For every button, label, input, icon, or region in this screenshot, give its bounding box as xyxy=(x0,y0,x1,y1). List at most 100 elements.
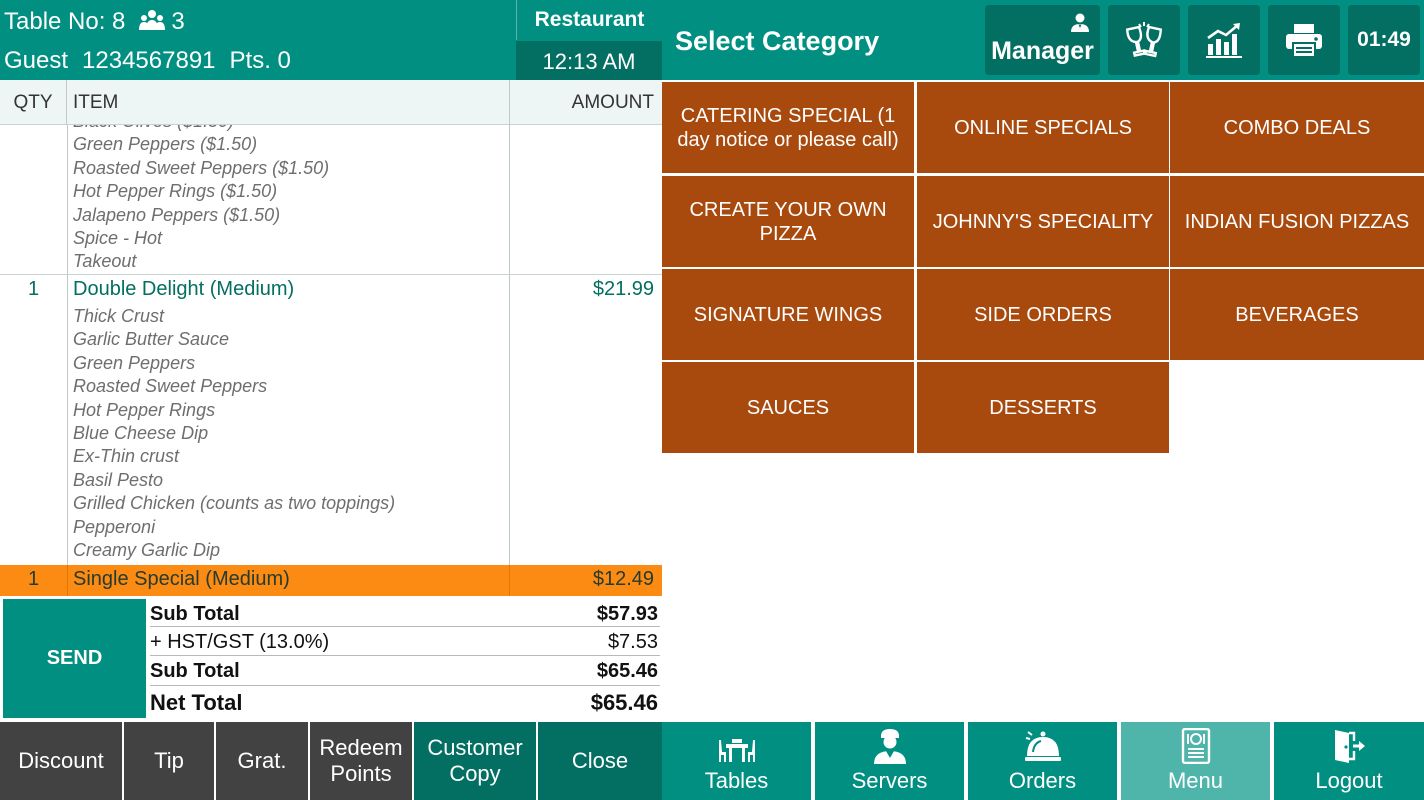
modifier: Creamy Garlic Dip xyxy=(73,539,221,560)
close-button[interactable]: Close xyxy=(538,722,662,800)
modifier: Hot Pepper Rings xyxy=(73,399,216,420)
discount-button[interactable]: Discount xyxy=(0,722,124,800)
menu-book-icon xyxy=(1181,728,1210,764)
guests-icon xyxy=(139,10,166,30)
manager-label: Manager xyxy=(991,36,1094,65)
reports-button[interactable] xyxy=(1188,5,1260,75)
session-timer[interactable]: 01:49 xyxy=(1348,5,1420,75)
category-combo-deals[interactable]: COMBO DEALS xyxy=(1170,82,1424,173)
subtotal-value: $57.93 xyxy=(596,603,658,625)
tax-label: + HST/GST (13.0%) xyxy=(150,631,330,653)
stats-chart-icon xyxy=(1206,23,1242,58)
service-mode: Restaurant xyxy=(516,0,662,40)
subtotal-with-tax-row: Sub Total $65.46 xyxy=(150,656,660,686)
send-button[interactable]: SEND xyxy=(3,599,146,718)
modifier: Ex-Thin crust xyxy=(73,446,180,467)
subtotal-label: Sub Total xyxy=(150,603,240,625)
orders-bell-icon xyxy=(1024,731,1061,761)
order-totals: SEND Sub Total $57.93 + HST/GST (13.0%) … xyxy=(0,597,662,721)
item-modifiers: Thick Crust Garlic Butter Sauce Green Pe… xyxy=(73,305,395,562)
nav-logout[interactable]: Logout xyxy=(1274,722,1424,800)
modifier: Black Olives ($1.50) xyxy=(73,125,329,133)
nav-servers[interactable]: Servers xyxy=(815,722,966,800)
column-amount: AMOUNT xyxy=(571,92,654,113)
category-online-specials[interactable]: ONLINE SPECIALS xyxy=(917,82,1169,173)
modifier: Thick Crust xyxy=(73,306,165,326)
tax-row: + HST/GST (13.0%) $7.53 xyxy=(150,627,660,656)
print-button[interactable] xyxy=(1268,5,1340,75)
category-side-orders[interactable]: SIDE ORDERS xyxy=(917,269,1169,360)
modifier: Roasted Sweet Peppers ($1.50) xyxy=(73,157,330,178)
order-items-list[interactable]: Black Olives ($1.50) Green Peppers ($1.5… xyxy=(0,125,662,597)
guest-info: Guest 1234567891 Pts. 0 xyxy=(4,47,291,75)
column-divider xyxy=(67,125,68,565)
order-panel: Table No: 8 3 Guest 1234567891 Pts. 0 Rest… xyxy=(0,0,662,800)
modifier: Green Peppers ($1.50) xyxy=(73,134,258,155)
category-header: Select Category Manager 01:49 xyxy=(662,0,1424,80)
modifier: Takeout xyxy=(73,251,137,272)
redeem-points-button[interactable]: Redeem Points xyxy=(310,722,414,800)
nav-menu-label: Menu xyxy=(1167,768,1224,793)
nav-orders-label: Orders xyxy=(1008,768,1077,793)
tip-button[interactable]: Tip xyxy=(124,722,216,800)
net-total-row: Net Total $65.46 xyxy=(150,686,660,718)
manager-icon xyxy=(1071,13,1089,32)
nav-servers-label: Servers xyxy=(851,768,928,793)
bottom-nav: Tables Servers Orders Menu Logout xyxy=(662,722,1424,800)
row-separator xyxy=(0,274,662,275)
nav-tables[interactable]: Tables xyxy=(662,722,813,800)
modifier: Roasted Sweet Peppers xyxy=(73,376,268,397)
order-header: Table No: 8 3 Guest 1234567891 Pts. 0 Rest… xyxy=(0,0,662,80)
category-create-your-own-pizza[interactable]: CREATE YOUR OWN PIZZA xyxy=(662,176,914,267)
subtotal-row: Sub Total $57.93 xyxy=(150,599,660,627)
celebration-button[interactable] xyxy=(1108,5,1180,75)
modifier: Pepperoni xyxy=(73,516,156,537)
item-qty: 1 xyxy=(27,568,40,590)
column-item: ITEM xyxy=(67,80,510,125)
item-amount: $12.49 xyxy=(592,568,654,590)
gratuity-button[interactable]: Grat. xyxy=(216,722,310,800)
category-johnnys-speciality[interactable]: JOHNNY'S SPECIALITY xyxy=(917,176,1169,267)
category-desserts[interactable]: DESSERTS xyxy=(917,362,1169,453)
category-indian-fusion-pizzas[interactable]: INDIAN FUSION PIZZAS xyxy=(1170,176,1424,267)
tax-value: $7.53 xyxy=(607,631,658,653)
guest-label: Guest xyxy=(4,47,69,74)
net-total-label: Net Total xyxy=(150,690,243,715)
modifier: Jalapeno Peppers ($1.50) xyxy=(73,204,281,225)
subtotal-with-tax-label: Sub Total xyxy=(150,660,240,682)
modifier: Spice - Hot xyxy=(73,227,163,248)
guest-points: Pts. 0 xyxy=(229,47,291,74)
order-actions: Discount Tip Grat. Redeem Points Custome… xyxy=(0,722,662,800)
subtotal-with-tax-value: $65.46 xyxy=(596,660,658,682)
category-sauces[interactable]: SAUCES xyxy=(662,362,914,453)
nav-tables-label: Tables xyxy=(704,768,769,793)
modifier: Garlic Butter Sauce xyxy=(73,329,230,350)
category-panel: Select Category Manager 01:49 CATERING S… xyxy=(662,0,1424,800)
item-name: Double Delight (Medium) xyxy=(73,278,295,300)
category-grid: CATERING SPECIAL (1 day notice or please… xyxy=(662,80,1424,460)
logout-icon xyxy=(1335,730,1365,763)
guest-count: 3 xyxy=(171,8,185,35)
nav-orders[interactable]: Orders xyxy=(968,722,1119,800)
category-catering-special[interactable]: CATERING SPECIAL (1 day notice or please… xyxy=(662,82,914,173)
category-title: Select Category xyxy=(675,26,880,56)
nav-logout-label: Logout xyxy=(1315,768,1383,793)
category-signature-wings[interactable]: SIGNATURE WINGS xyxy=(662,269,914,360)
category-beverages[interactable]: BEVERAGES xyxy=(1170,269,1424,360)
order-item-row-selected[interactable]: 1 Single Special (Medium) $12.49 xyxy=(0,565,662,596)
customer-copy-button[interactable]: Customer Copy xyxy=(414,722,538,800)
modifier: Green Peppers xyxy=(73,352,196,373)
column-divider xyxy=(509,125,510,565)
tables-icon xyxy=(718,739,755,762)
order-columns: QTY ITEM AMOUNT xyxy=(0,80,662,125)
column-qty: QTY xyxy=(0,80,67,125)
nav-menu[interactable]: Menu xyxy=(1121,722,1272,800)
modifier: Blue Cheese Dip xyxy=(73,422,209,443)
printer-icon xyxy=(1286,24,1322,58)
item-name: Single Special (Medium) xyxy=(73,568,290,590)
manager-button[interactable]: Manager xyxy=(985,5,1100,75)
item-amount: $21.99 xyxy=(592,278,654,300)
current-time: 12:13 AM xyxy=(516,41,662,80)
modifier: Hot Pepper Rings ($1.50) xyxy=(73,181,278,202)
header-status: Restaurant 12:13 AM xyxy=(516,0,662,80)
